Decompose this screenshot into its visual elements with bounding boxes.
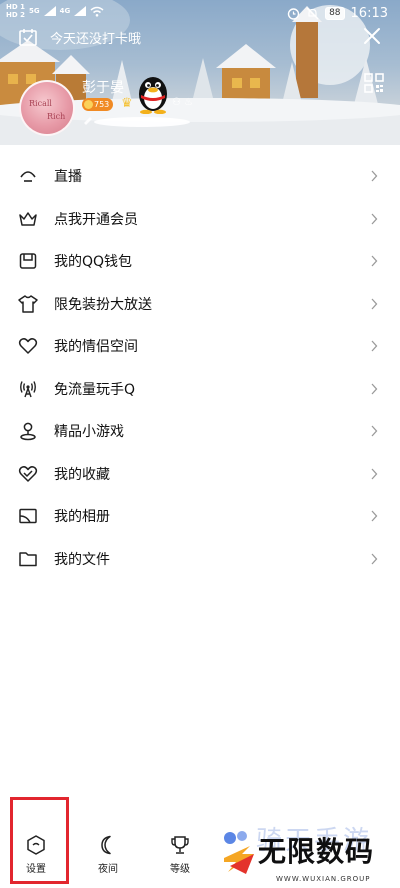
menu-item-free-data[interactable]: 免流量玩手Q	[0, 368, 400, 411]
avatar-text-1: Ricall	[29, 99, 52, 108]
wallet-icon	[19, 253, 37, 269]
close-icon[interactable]	[360, 24, 384, 48]
settings-hexagon-icon	[27, 835, 45, 855]
chevron-right-icon	[371, 510, 378, 522]
chevron-right-icon	[371, 425, 378, 437]
sim2-label: HD 2	[6, 11, 25, 19]
menu-label: 我的收藏	[54, 466, 110, 483]
folder-icon	[19, 552, 37, 566]
menu-label: 我的QQ钱包	[54, 254, 133, 271]
watermark-sub-text: WWW.WUXIAN.GROUP	[276, 875, 371, 883]
menu-item-vip[interactable]: 点我开通会员	[0, 198, 400, 241]
site-watermark: 骑天手游 无限数码 WWW.WUXIAN.GROUP	[218, 820, 400, 888]
antenna-icon	[20, 380, 36, 397]
level-button[interactable]: 等级	[152, 834, 208, 875]
daily-checkin[interactable]: 今天还没打卡哦	[18, 27, 141, 47]
menu-label: 精品小游戏	[54, 424, 124, 441]
menu-item-couple-space[interactable]: 我的情侣空间	[0, 325, 400, 368]
menu-item-dressup[interactable]: 限免装扮大放送	[0, 283, 400, 326]
menu-item-wallet[interactable]: 我的QQ钱包	[0, 240, 400, 283]
alarm-icon	[287, 8, 300, 20]
vip-crown-icon: ♛	[121, 96, 133, 111]
avatar-text-2: Rich	[47, 112, 66, 121]
sim1-label: HD 1	[6, 3, 25, 11]
moon-icon	[101, 835, 111, 855]
game-icon	[20, 422, 36, 441]
crown-icon	[19, 212, 37, 226]
menu-label: 我的相册	[54, 509, 110, 526]
menu-label: 直播	[54, 169, 82, 186]
live-icon	[20, 171, 36, 183]
settings-label: 设置	[26, 864, 46, 875]
night-label: 夜间	[98, 864, 118, 875]
album-icon	[19, 509, 37, 524]
signature-redacted	[84, 117, 190, 127]
wifi-icon	[90, 6, 104, 17]
menu-item-album[interactable]: 我的相册	[0, 495, 400, 538]
calendar-check-icon	[19, 29, 37, 46]
menu-item-files[interactable]: 我的文件	[0, 538, 400, 581]
clock-time: 16:13	[350, 6, 388, 21]
level-badge[interactable]: 753	[82, 98, 114, 111]
menu-label: 点我开通会员	[54, 211, 138, 228]
menu-item-favorites[interactable]: 我的收藏	[0, 453, 400, 496]
chevron-right-icon	[371, 255, 378, 267]
chevron-right-icon	[371, 298, 378, 310]
menu-label: 限免装扮大放送	[54, 296, 152, 313]
favorite-heart-icon	[18, 465, 38, 482]
signal-icon	[43, 6, 56, 16]
mute-icon	[306, 7, 319, 20]
level-label: 等级	[170, 864, 190, 875]
network-1: 5G	[28, 7, 40, 15]
network-2: 4G	[59, 7, 71, 15]
battery-level: 88	[325, 7, 345, 20]
signal-icon-2	[74, 6, 87, 16]
menu-label: 我的情侣空间	[54, 339, 138, 356]
menu-item-mini-games[interactable]: 精品小游戏	[0, 410, 400, 453]
chevron-right-icon	[371, 468, 378, 480]
qr-code-icon[interactable]	[364, 73, 384, 93]
settings-button[interactable]: 设置	[8, 834, 64, 875]
trophy-icon	[171, 836, 189, 854]
status-mini-icons: ⚇ ♨	[172, 97, 194, 108]
menu-list: 直播 点我开通会员 我的QQ钱包 限免装扮大放送 我的情侣空间 免流量玩手Q 精…	[0, 155, 400, 580]
chevron-right-icon	[371, 340, 378, 352]
chevron-right-icon	[371, 383, 378, 395]
sim-info: HD 1 HD 2	[6, 3, 25, 19]
nickname[interactable]: 彭于晏	[82, 77, 124, 97]
chevron-right-icon	[371, 213, 378, 225]
menu-label: 免流量玩手Q	[54, 381, 136, 398]
tshirt-icon	[18, 295, 38, 313]
watermark-logo-icon	[224, 831, 254, 874]
chevron-right-icon	[371, 170, 378, 182]
heart-icon	[18, 338, 38, 354]
checkin-text: 今天还没打卡哦	[50, 31, 142, 47]
night-mode-button[interactable]: 夜间	[80, 834, 136, 875]
watermark-main-text: 无限数码	[258, 835, 375, 868]
profile-header: HD 1 HD 2 5G 4G 88 16:13 今天还没打卡哦 Ricall …	[0, 0, 400, 145]
chevron-right-icon	[371, 553, 378, 565]
avatar[interactable]: Ricall Rich	[19, 80, 75, 136]
menu-item-live[interactable]: 直播	[0, 155, 400, 198]
qq-penguin-icon	[139, 77, 167, 114]
menu-label: 我的文件	[54, 551, 110, 568]
status-bar: HD 1 HD 2 5G 4G 88 16:13	[0, 0, 400, 28]
